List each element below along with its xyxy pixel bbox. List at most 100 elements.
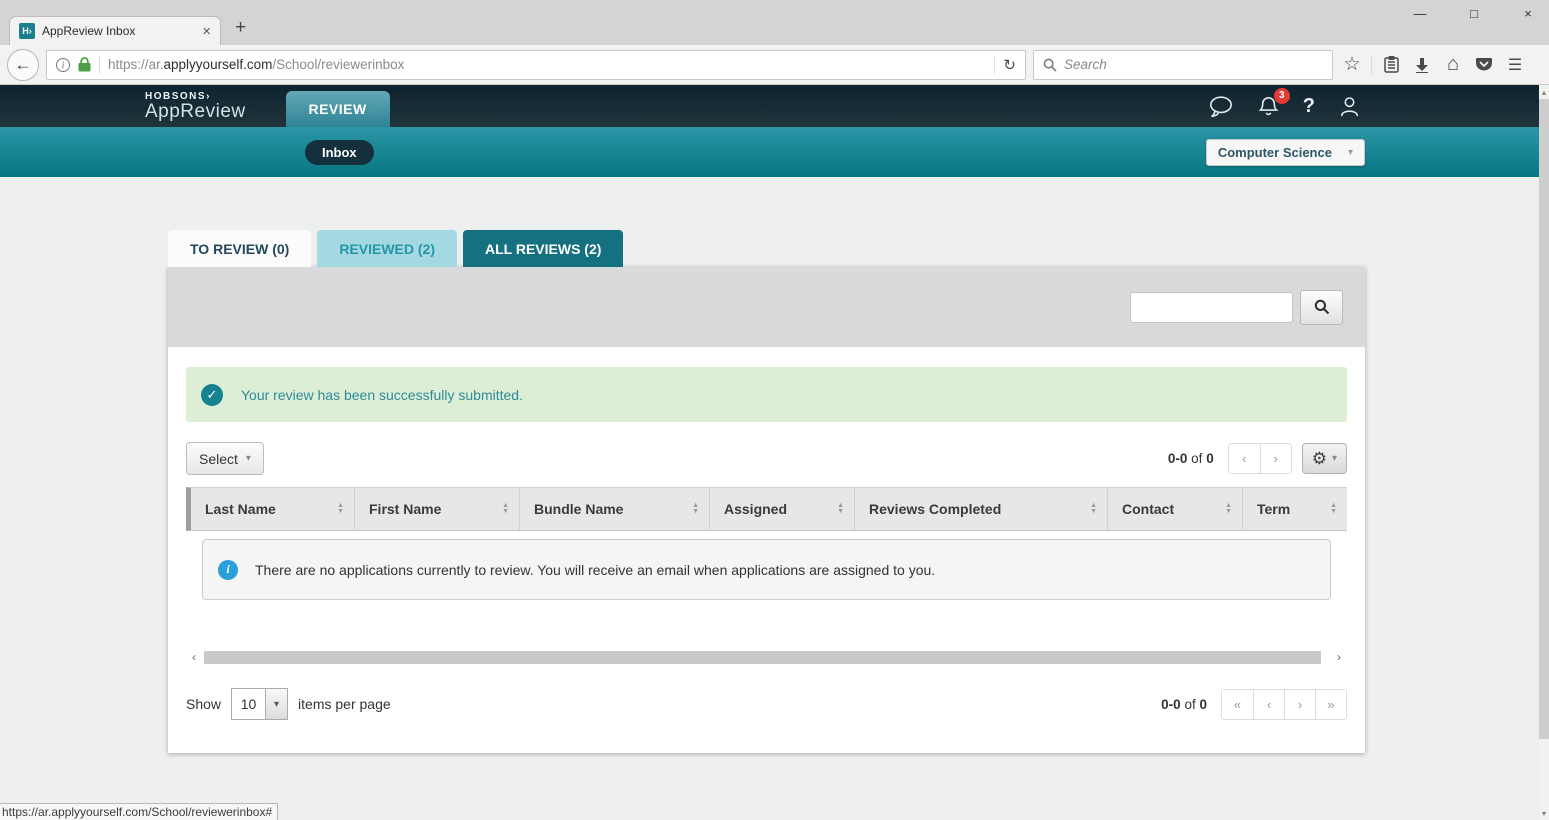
panel-search-bar <box>168 267 1365 347</box>
home-icon[interactable]: ⌂ <box>1441 50 1465 80</box>
scroll-down-icon[interactable]: ▾ <box>1542 806 1546 820</box>
back-button[interactable]: ← <box>7 49 39 81</box>
sort-icon[interactable]: ▲▼ <box>1330 503 1337 515</box>
app-header: HOBSONS› AppReview REVIEW 3 ? <box>0 85 1549 127</box>
tab-to-review[interactable]: TO REVIEW (0) <box>168 230 311 267</box>
column-header-term[interactable]: Term▲▼ <box>1243 488 1347 530</box>
page-content: TO REVIEW (0) REVIEWED (2) ALL REVIEWS (… <box>0 177 1549 753</box>
page-info-icon[interactable]: i <box>56 58 70 72</box>
scroll-right-icon[interactable]: › <box>1331 651 1347 664</box>
nav-tab-review[interactable]: REVIEW <box>286 91 390 127</box>
search-icon <box>1043 58 1057 72</box>
check-circle-icon: ✓ <box>201 384 223 406</box>
library-icon[interactable] <box>1379 50 1403 80</box>
lock-icon <box>78 57 91 72</box>
column-header-last-name[interactable]: Last Name▲▼ <box>191 488 355 530</box>
column-header-assigned[interactable]: Assigned▲▼ <box>710 488 855 530</box>
vertical-scrollbar-thumb[interactable] <box>1539 99 1549 739</box>
brand-chevron-icon: › <box>206 91 211 102</box>
last-page-button[interactable]: » <box>1315 690 1346 719</box>
url-text: https://ar.applyyourself.com/School/revi… <box>108 57 404 72</box>
grid-toolbar: Select ▾ 0-0 of 0 ‹ › ⚙ ▾ <box>186 442 1347 475</box>
sort-icon[interactable]: ▲▼ <box>1225 503 1232 515</box>
new-tab-button[interactable]: + <box>235 17 246 39</box>
first-page-button[interactable]: « <box>1222 690 1253 719</box>
grid-header-row: Last Name▲▼ First Name▲▼ Bundle Name▲▼ A… <box>186 487 1347 531</box>
column-header-first-name[interactable]: First Name▲▼ <box>355 488 520 530</box>
maximize-button[interactable]: □ <box>1467 6 1481 21</box>
reload-icon[interactable]: ↻ <box>994 56 1016 74</box>
items-per-page-value: 10 <box>232 689 265 719</box>
grid-settings-button[interactable]: ⚙ ▾ <box>1302 443 1347 474</box>
sort-icon[interactable]: ▲▼ <box>337 503 344 515</box>
horizontal-scrollbar-thumb[interactable] <box>204 651 1321 664</box>
horizontal-scrollbar[interactable]: ‹ › <box>186 650 1347 665</box>
profile-icon[interactable] <box>1338 95 1361 118</box>
chevron-down-icon: ▾ <box>246 453 251 464</box>
tab-close-icon[interactable]: × <box>202 24 211 39</box>
vertical-scrollbar[interactable]: ▴ ▾ <box>1539 85 1549 820</box>
toolbar-separator <box>1371 56 1372 74</box>
scroll-up-icon[interactable]: ▴ <box>1542 85 1546 99</box>
url-bar[interactable]: i https://ar.applyyourself.com/School/re… <box>46 50 1026 80</box>
grid-search-button[interactable] <box>1300 290 1343 325</box>
sort-icon[interactable]: ▲▼ <box>692 503 699 515</box>
chat-icon[interactable] <box>1208 95 1234 118</box>
success-message: Your review has been successfully submit… <box>241 387 523 403</box>
top-record-count: 0-0 of 0 <box>1168 451 1214 466</box>
browser-search-input[interactable] <box>1064 57 1323 72</box>
sort-icon[interactable]: ▲▼ <box>502 503 509 515</box>
sort-icon[interactable]: ▲▼ <box>837 503 844 515</box>
browser-search-box[interactable] <box>1033 50 1333 80</box>
prev-page-button[interactable]: ‹ <box>1253 690 1284 719</box>
header-icons: 3 ? <box>1208 85 1361 127</box>
status-bar-link: https://ar.applyyourself.com/School/revi… <box>0 803 278 820</box>
context-select[interactable]: Computer Science ▾ <box>1206 139 1365 166</box>
notifications-bell-icon[interactable]: 3 <box>1257 95 1280 118</box>
column-header-contact[interactable]: Contact▲▼ <box>1108 488 1243 530</box>
tab-title: AppReview Inbox <box>42 24 195 38</box>
browser-toolbar: ← i https://ar.applyyourself.com/School/… <box>0 45 1549 85</box>
notification-badge: 3 <box>1274 88 1290 104</box>
items-per-page-select[interactable]: 10 ▾ <box>231 688 288 720</box>
select-dropdown-button[interactable]: Select ▾ <box>186 442 264 475</box>
help-icon[interactable]: ? <box>1303 95 1315 118</box>
brand-logo: HOBSONS› AppReview <box>145 85 246 127</box>
chevron-down-icon: ▾ <box>1348 147 1353 158</box>
top-pager: ‹ › <box>1228 443 1292 474</box>
context-select-value: Computer Science <box>1218 145 1332 160</box>
bottom-record-count: 0-0 of 0 <box>1161 697 1207 712</box>
bottom-pager: « ‹ › » <box>1221 689 1347 720</box>
close-button[interactable]: × <box>1521 6 1535 21</box>
window-controls: — □ × <box>1413 6 1535 21</box>
menu-icon[interactable]: ☰ <box>1503 50 1527 80</box>
chevron-down-icon: ▾ <box>1332 453 1337 464</box>
review-tabs: TO REVIEW (0) REVIEWED (2) ALL REVIEWS (… <box>168 230 1549 267</box>
minimize-button[interactable]: — <box>1413 6 1427 21</box>
panel-body: ✓ Your review has been successfully subm… <box>168 347 1365 753</box>
column-header-bundle-name[interactable]: Bundle Name▲▼ <box>520 488 710 530</box>
url-separator <box>99 56 100 74</box>
tab-all-reviews[interactable]: ALL REVIEWS (2) <box>463 230 623 267</box>
chevron-down-icon: ▾ <box>265 689 287 719</box>
inbox-panel: ✓ Your review has been successfully subm… <box>168 267 1365 753</box>
brand-name: HOBSONS <box>145 91 206 102</box>
column-header-reviews-completed[interactable]: Reviews Completed▲▼ <box>855 488 1108 530</box>
downloads-icon[interactable] <box>1410 50 1434 80</box>
scroll-left-icon[interactable]: ‹ <box>186 651 202 664</box>
window-titlebar: H› AppReview Inbox × + — □ × <box>0 0 1549 45</box>
appreview-favicon-icon: H› <box>19 23 35 39</box>
bookmark-star-icon[interactable]: ☆ <box>1340 50 1364 80</box>
grid-search-input[interactable] <box>1130 292 1293 323</box>
items-per-page-label: items per page <box>298 696 391 712</box>
subnav-item-inbox[interactable]: Inbox <box>305 140 374 165</box>
sort-icon[interactable]: ▲▼ <box>1090 503 1097 515</box>
pocket-icon[interactable] <box>1472 50 1496 80</box>
browser-tab[interactable]: H› AppReview Inbox × <box>9 16 221 45</box>
select-label: Select <box>199 451 238 467</box>
product-name: AppReview <box>145 102 246 122</box>
next-page-button[interactable]: › <box>1260 444 1291 473</box>
prev-page-button[interactable]: ‹ <box>1229 444 1260 473</box>
tab-reviewed[interactable]: REVIEWED (2) <box>317 230 457 267</box>
next-page-button[interactable]: › <box>1284 690 1315 719</box>
